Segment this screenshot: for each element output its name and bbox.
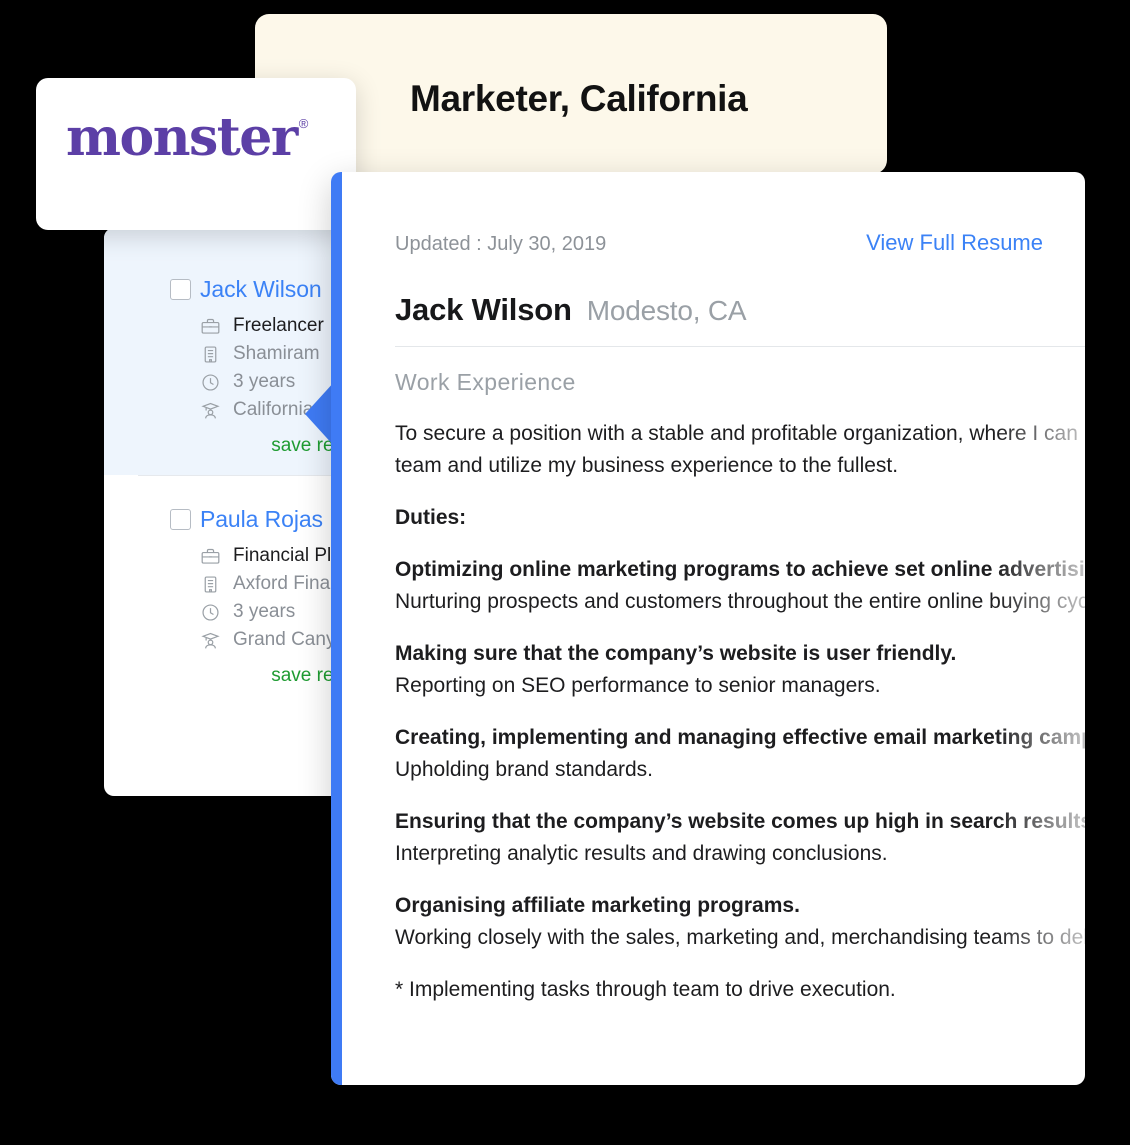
candidate-name-link[interactable]: Paula Rojas xyxy=(200,506,323,533)
resume-content: Updated : July 30, 2019 View Full Resume… xyxy=(342,172,1085,1085)
candidate-job-title-text: Financial Pl xyxy=(233,545,332,566)
monster-logo: monster ® xyxy=(66,112,308,164)
resume-text-line: Working closely with the sales, marketin… xyxy=(395,926,1085,949)
briefcase-icon xyxy=(201,318,220,334)
candidate-experience-text: 3 years xyxy=(233,601,296,622)
candidate-select-checkbox[interactable] xyxy=(170,509,191,530)
candidate-job-title-text: Freelancer xyxy=(233,315,324,336)
resume-text-line: Interpreting analytic results and drawin… xyxy=(395,842,888,865)
building-icon xyxy=(204,575,217,593)
resume-text-line: Upholding brand standards. xyxy=(395,758,654,781)
resume-text-line: Nurturing prospects and customers throug… xyxy=(395,590,1085,613)
graduate-icon xyxy=(201,402,220,418)
resume-text-line: Creating, implementing and managing effe… xyxy=(395,726,1085,749)
candidate-select-checkbox[interactable] xyxy=(170,279,191,300)
resume-paragraph: To secure a position with a stable and p… xyxy=(395,418,1085,482)
resume-updated-date: Updated : July 30, 2019 xyxy=(395,233,607,255)
candidate-company-text: Axford Fina xyxy=(233,573,331,594)
resume-paragraph: Organising affiliate marketing programs.… xyxy=(395,890,1085,954)
resume-accent-bar xyxy=(331,172,342,1085)
resume-paragraph: Creating, implementing and managing effe… xyxy=(395,722,1085,786)
candidate-name-link[interactable]: Jack Wilson xyxy=(200,276,322,303)
registered-trademark-icon: ® xyxy=(298,116,309,131)
page-title: Marketer, California xyxy=(410,78,748,119)
resume-text-line: team and utilize my business experience … xyxy=(395,454,899,477)
view-full-resume-link[interactable]: View Full Resume xyxy=(866,230,1043,256)
candidate-company-text: Shamiram xyxy=(233,343,320,364)
resume-candidate-name: Jack Wilson xyxy=(395,292,572,327)
resume-text-line: To secure a position with a stable and p… xyxy=(395,422,1085,445)
clock-icon xyxy=(202,373,219,391)
candidate-experience-text: 3 years xyxy=(233,371,296,392)
resume-paragraph: Duties: xyxy=(395,502,1085,534)
resume-text-line: Duties: xyxy=(395,506,467,529)
brand-logo-card: monster ® xyxy=(36,78,356,230)
resume-text-line: Optimizing online marketing programs to … xyxy=(395,558,1085,581)
resume-text-line: Making sure that the company’s website i… xyxy=(395,642,957,665)
resume-text-line: Ensuring that the company’s website come… xyxy=(395,810,1085,833)
clock-icon xyxy=(202,603,219,621)
resume-text-line: Organising affiliate marketing programs. xyxy=(395,894,800,917)
resume-text-line: * Implementing tasks through team to dri… xyxy=(395,978,896,1001)
resume-paragraph: Optimizing online marketing programs to … xyxy=(395,554,1085,618)
resume-paragraph-list: To secure a position with a stable and p… xyxy=(395,418,1085,1006)
resume-paragraph: Making sure that the company’s website i… xyxy=(395,638,1085,702)
resume-preview-panel: Updated : July 30, 2019 View Full Resume… xyxy=(331,172,1085,1085)
briefcase-icon xyxy=(201,548,220,564)
brand-wordmark: monster xyxy=(66,107,298,168)
resume-text-line: Reporting on SEO performance to senior m… xyxy=(395,674,881,697)
resume-separator xyxy=(395,346,1085,347)
resume-paragraph: * Implementing tasks through team to dri… xyxy=(395,974,1085,1006)
building-icon xyxy=(204,345,217,363)
resume-candidate-location: Modesto, CA xyxy=(586,295,747,326)
resume-identity-row: Jack Wilson Modesto, CA xyxy=(395,292,1085,328)
resume-paragraph: Ensuring that the company’s website come… xyxy=(395,806,1085,870)
candidate-education-text: Grand Cany xyxy=(233,629,336,650)
resume-header-row: Updated : July 30, 2019 View Full Resume xyxy=(395,230,1043,256)
graduate-icon xyxy=(201,632,220,648)
resume-section-heading: Work Experience xyxy=(395,369,576,395)
composition-stage: Marketer, California monster ® Jack Wils… xyxy=(0,0,1130,1145)
